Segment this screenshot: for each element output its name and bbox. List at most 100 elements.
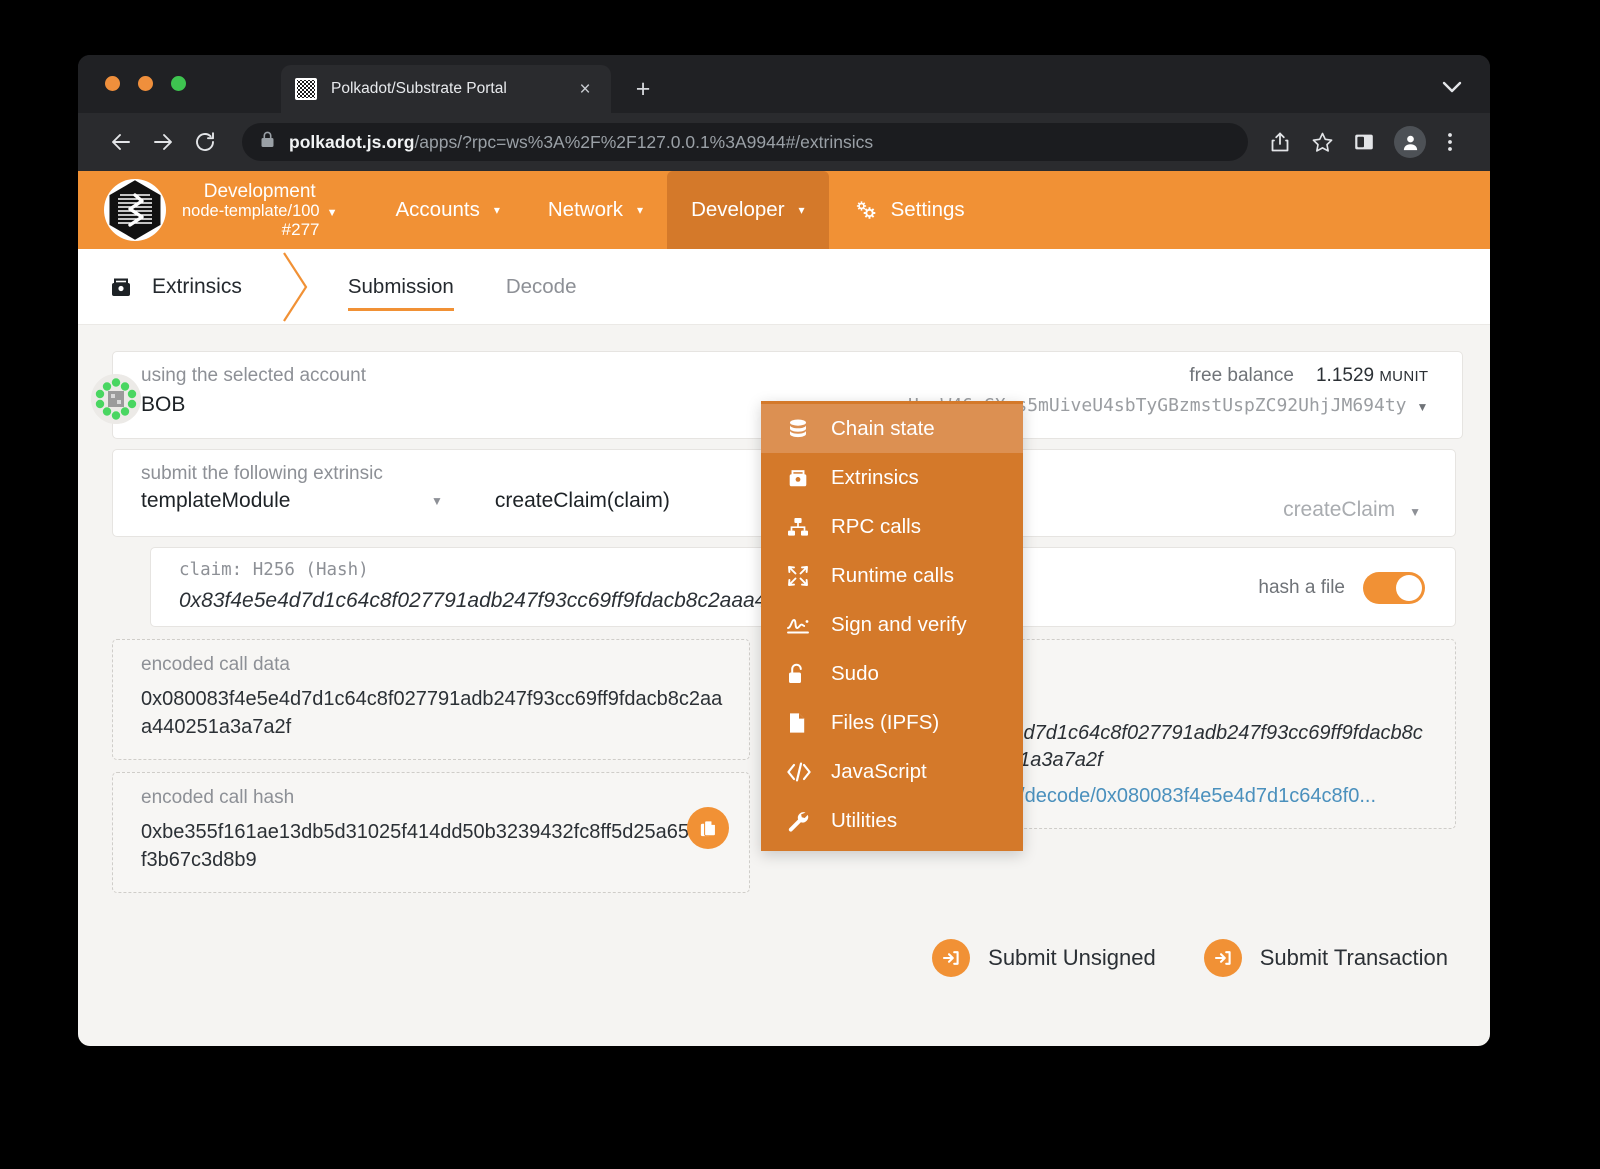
chevron-down-icon[interactable]: ▼ — [431, 494, 443, 508]
chevron-down-icon[interactable]: ▼ — [1417, 400, 1429, 414]
chevron-down-icon[interactable]: ▼ — [1409, 505, 1421, 519]
menu-item-extrinsics[interactable]: Extrinsics — [761, 453, 1023, 502]
envelope-open-icon — [108, 274, 134, 300]
encoded-call-data-value: 0x080083f4e5e4d7d1c64c8f027791adb247f93c… — [141, 686, 723, 741]
profile-avatar-icon[interactable] — [1394, 126, 1426, 158]
menu-item-label: JavaScript — [831, 760, 927, 784]
menu-item-rpc-calls[interactable]: RPC calls — [761, 502, 1023, 551]
menu-item-runtime-calls[interactable]: Runtime calls — [761, 551, 1023, 600]
account-identicon-icon — [91, 374, 141, 424]
browser-tab[interactable]: Polkadot/Substrate Portal × — [281, 65, 611, 113]
kebab-menu-icon[interactable] — [1432, 124, 1468, 160]
menu-item-label: Files (IPFS) — [831, 711, 939, 735]
close-window-button[interactable] — [105, 76, 120, 91]
compress-arrows-icon — [786, 564, 816, 588]
wrench-icon — [786, 809, 816, 833]
reload-icon[interactable] — [186, 123, 224, 161]
menu-item-chain-state[interactable]: Chain state — [761, 404, 1023, 453]
extrinsic-field-label: submit the following extrinsic — [141, 463, 383, 485]
menu-item-label: Utilities — [831, 809, 897, 833]
sitemap-icon — [786, 515, 816, 539]
address-bar[interactable]: polkadot.js.org/apps/?rpc=ws%3A%2F%2F127… — [242, 123, 1248, 161]
extrinsic-call-signature: createClaim(claim) — [495, 489, 670, 513]
browser-toolbar: polkadot.js.org/apps/?rpc=ws%3A%2F%2F127… — [78, 113, 1490, 171]
polkadot-logo-icon — [104, 179, 166, 241]
unlock-icon — [786, 662, 816, 686]
back-arrow-icon[interactable] — [102, 123, 140, 161]
code-icon — [786, 761, 816, 783]
window-traffic-lights — [105, 76, 186, 91]
new-tab-button[interactable]: + — [630, 77, 656, 102]
browser-tab-title: Polkadot/Substrate Portal — [331, 80, 573, 98]
chevron-down-icon[interactable] — [1442, 81, 1462, 93]
hash-a-file-toggle-group: hash a file — [1258, 560, 1455, 626]
nav-item-accounts[interactable]: Accounts ▾ — [372, 171, 524, 249]
chain-selector[interactable]: Development node-template/100▼ #277 — [78, 171, 338, 249]
nav-item-developer[interactable]: Developer ▾ — [667, 171, 828, 249]
extrinsic-module-name: templateModule — [141, 489, 431, 513]
menu-item-javascript[interactable]: JavaScript — [761, 747, 1023, 796]
close-icon[interactable]: × — [573, 80, 597, 99]
encoded-column: encoded call data 0x080083f4e5e4d7d1c64c… — [112, 639, 750, 893]
forward-arrow-icon[interactable] — [144, 123, 182, 161]
lock-icon — [260, 131, 275, 153]
nav-item-label: Developer — [691, 198, 784, 222]
nav-item-label: Network — [548, 198, 623, 222]
hash-a-file-label: hash a file — [1258, 577, 1345, 599]
encoded-call-hash-value: 0xbe355f161ae13db5d31025f414dd50b3239432… — [141, 819, 723, 874]
maximize-window-button[interactable] — [171, 76, 186, 91]
share-icon[interactable] — [1262, 124, 1298, 160]
tab-label: Submission — [348, 275, 454, 299]
web-page: Development node-template/100▼ #277 Acco… — [78, 171, 1490, 1046]
minimize-window-button[interactable] — [138, 76, 153, 91]
submit-actions: Submit Unsigned Submit Transaction — [78, 893, 1490, 977]
claim-param-input[interactable]: claim: H256 (Hash) 0x83f4e5e4d7d1c64c8f0… — [151, 560, 1258, 626]
tab-decode[interactable]: Decode — [480, 249, 603, 324]
free-balance-int: 1. — [1316, 365, 1332, 386]
chevron-down-icon: ▾ — [494, 203, 500, 217]
envelope-icon — [786, 466, 816, 490]
submit-transaction-label: Submit Transaction — [1260, 945, 1448, 971]
sign-in-arrow-icon — [932, 939, 970, 977]
sign-in-arrow-icon — [1204, 939, 1242, 977]
hash-a-file-toggle[interactable] — [1363, 572, 1425, 604]
claim-param-value[interactable]: 0x83f4e5e4d7d1c64c8f027791adb247f93cc69f… — [179, 589, 1258, 613]
nav-item-network[interactable]: Network ▾ — [524, 171, 667, 249]
chevron-down-icon[interactable]: ▼ — [327, 207, 338, 219]
free-balance: free balance1.1529 MUNIT — [908, 365, 1428, 387]
encoded-call-hash-label: encoded call hash — [141, 787, 723, 809]
submit-transaction-button[interactable]: Submit Transaction — [1204, 939, 1448, 977]
polkadot-favicon-icon — [295, 78, 317, 100]
toolbar-icons — [1262, 124, 1468, 160]
address-bar-url: polkadot.js.org/apps/?rpc=ws%3A%2F%2F127… — [289, 132, 873, 153]
signature-icon — [786, 613, 816, 637]
menu-item-sign-and-verify[interactable]: Sign and verify — [761, 600, 1023, 649]
menu-item-label: Extrinsics — [831, 466, 919, 490]
menu-item-utilities[interactable]: Utilities — [761, 796, 1023, 845]
menu-item-label: Chain state — [831, 417, 935, 441]
free-balance-unit: MUNIT — [1379, 368, 1428, 385]
menu-item-sudo[interactable]: Sudo — [761, 649, 1023, 698]
browser-tab-strip: Polkadot/Substrate Portal × + — [78, 55, 1490, 113]
star-icon[interactable] — [1304, 124, 1340, 160]
url-domain: polkadot.js.org — [289, 132, 414, 152]
gear-icon — [853, 198, 879, 222]
url-path: /apps/?rpc=ws%3A%2F%2F127.0.0.1%3A9944#/… — [414, 132, 873, 152]
developer-dropdown-menu: Chain state Extrinsics RPC calls Runtime… — [761, 401, 1023, 851]
menu-item-files-ipfs[interactable]: Files (IPFS) — [761, 698, 1023, 747]
claim-param-type: claim: H256 (Hash) — [179, 560, 1258, 580]
page-tabs: Submission Decode — [322, 249, 603, 324]
menu-item-label: RPC calls — [831, 515, 921, 539]
nav-item-label: Settings — [891, 198, 965, 222]
nav-item-settings[interactable]: Settings — [829, 171, 989, 249]
encoded-call-data-label: encoded call data — [141, 654, 723, 676]
database-icon — [786, 417, 816, 441]
copy-icon[interactable] — [687, 807, 729, 849]
encoded-call-data-box: encoded call data 0x080083f4e5e4d7d1c64c… — [112, 639, 750, 760]
submit-unsigned-button[interactable]: Submit Unsigned — [932, 939, 1156, 977]
side-panel-icon[interactable] — [1346, 124, 1382, 160]
tab-submission[interactable]: Submission — [322, 249, 480, 324]
submit-unsigned-label: Submit Unsigned — [988, 945, 1156, 971]
toggle-knob — [1396, 575, 1422, 601]
nav-item-label: Accounts — [396, 198, 480, 222]
